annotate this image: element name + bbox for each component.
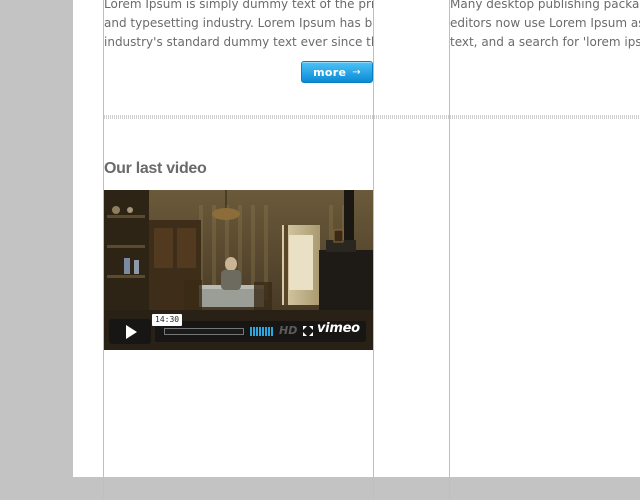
layout-guide-left [103, 0, 104, 500]
layout-guide-middle [373, 0, 374, 500]
text-line: editors now use Lorem Ipsum as their [450, 16, 640, 30]
progress-bar[interactable] [164, 328, 244, 335]
vimeo-logo[interactable]: vimeo [317, 321, 360, 336]
intro-text-left: Lorem Ipsum is simply dummy text of the … [104, 0, 374, 52]
fullscreen-icon[interactable] [303, 326, 313, 336]
text-line: Many desktop publishing packages an [450, 0, 640, 11]
section-title-video: Our last video [104, 160, 207, 177]
dotted-divider [104, 115, 640, 119]
intro-text-right: Many desktop publishing packages an edit… [450, 0, 640, 52]
hd-toggle[interactable]: HD [279, 324, 297, 337]
video-player[interactable]: 14:30 HD vimeo [104, 190, 373, 350]
play-button[interactable] [109, 319, 151, 344]
video-duration: 14:30 [152, 314, 183, 326]
volume-icon[interactable] [250, 327, 273, 336]
text-line: and typesetting industry. Lorem Ipsum ha… [104, 16, 374, 30]
arrow-right-icon: → [352, 66, 361, 78]
play-icon [126, 324, 137, 339]
text-line: Lorem Ipsum is simply dummy text of the … [104, 0, 374, 11]
layout-guide-right [449, 0, 450, 500]
text-line: text, and a search for 'lorem ipsum' wil [450, 35, 640, 49]
more-button-label: more [313, 65, 347, 79]
text-line: industry's standard dummy text ever sinc… [104, 35, 374, 49]
more-button[interactable]: more → [301, 61, 373, 83]
